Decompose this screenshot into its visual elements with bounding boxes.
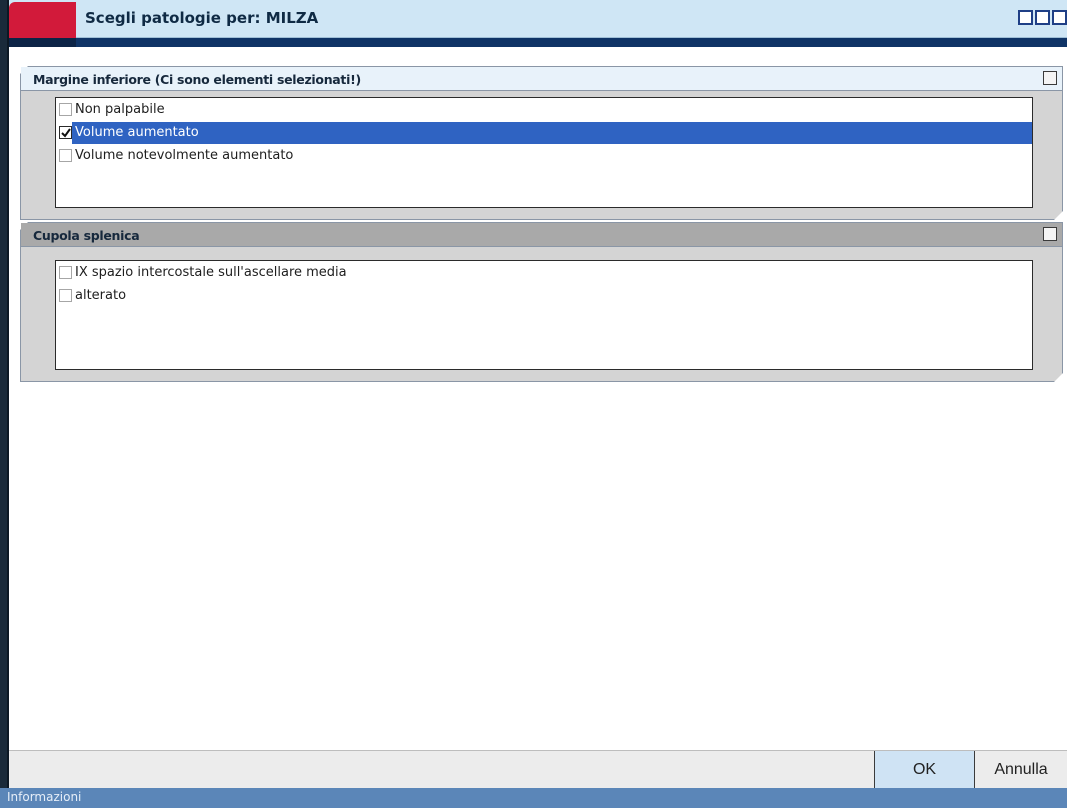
title-accent-strip xyxy=(9,38,1067,47)
group-header[interactable]: Cupola splenica xyxy=(21,223,1062,247)
options-list[interactable]: Non palpabile Volume aumentato Volume no… xyxy=(55,97,1033,208)
collapse-icon[interactable] xyxy=(1043,71,1057,85)
list-item[interactable]: Non palpabile xyxy=(56,98,1032,121)
group-title: Margine inferiore (Ci sono elementi sele… xyxy=(33,72,361,87)
item-label: Volume notevolmente aumentato xyxy=(75,148,294,163)
dialog-window: Scegli patologie per: MILZA Margine infe… xyxy=(0,0,1067,808)
ok-button[interactable]: OK xyxy=(874,751,974,789)
group-title: Cupola splenica xyxy=(33,228,140,243)
title-bar[interactable]: Scegli patologie per: MILZA xyxy=(9,0,1067,38)
list-item[interactable]: IX spazio intercostale sull'ascellare me… xyxy=(56,261,1032,284)
options-list[interactable]: IX spazio intercostale sull'ascellare me… xyxy=(55,260,1033,370)
list-item[interactable]: alterato xyxy=(56,284,1032,307)
item-label: Volume aumentato xyxy=(75,125,199,140)
checkbox-icon[interactable] xyxy=(59,266,72,279)
checkbox-icon[interactable] xyxy=(59,103,72,116)
maximize-icon[interactable] xyxy=(1035,10,1050,25)
checkbox-icon[interactable] xyxy=(59,149,72,162)
list-item-selected[interactable]: Volume aumentato xyxy=(56,121,1032,144)
close-icon[interactable] xyxy=(1052,10,1067,25)
minimize-icon[interactable] xyxy=(1018,10,1033,25)
status-text: Informazioni xyxy=(7,790,82,804)
window-controls xyxy=(1018,10,1067,25)
footer-bar: OK Annulla xyxy=(9,750,1067,789)
group-panel-margine-inferiore: Margine inferiore (Ci sono elementi sele… xyxy=(20,66,1063,220)
checkmark-icon xyxy=(60,127,71,138)
item-label: alterato xyxy=(75,288,127,303)
cancel-button[interactable]: Annulla xyxy=(974,751,1067,789)
checkbox-icon[interactable] xyxy=(59,289,72,302)
window-title: Scegli patologie per: MILZA xyxy=(85,9,319,27)
item-label: Non palpabile xyxy=(75,102,165,117)
window-left-border xyxy=(0,0,9,788)
item-label: IX spazio intercostale sull'ascellare me… xyxy=(75,265,347,280)
list-item[interactable]: Volume notevolmente aumentato xyxy=(56,144,1032,167)
checkbox-icon[interactable] xyxy=(59,126,72,139)
group-header[interactable]: Margine inferiore (Ci sono elementi sele… xyxy=(21,67,1062,91)
status-bar: Informazioni xyxy=(0,788,1067,808)
collapse-icon[interactable] xyxy=(1043,227,1057,241)
group-panel-cupola-splenica: Cupola splenica IX spazio intercostale s… xyxy=(20,222,1063,382)
app-logo-block xyxy=(9,2,76,38)
